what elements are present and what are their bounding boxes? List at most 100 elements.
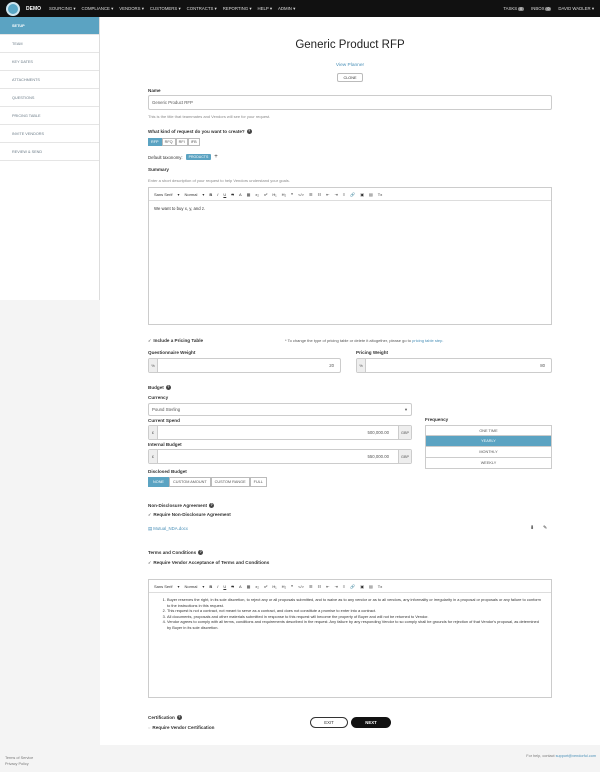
- logo[interactable]: [6, 1, 20, 16]
- disclosed-custom-range-button[interactable]: CUSTOM RANGE: [210, 477, 250, 487]
- name-input[interactable]: Generic Product RFP: [148, 95, 552, 110]
- bullet-list-button[interactable]: ☷: [318, 584, 322, 589]
- disclosed-none-button[interactable]: NONE: [148, 477, 169, 487]
- clone-button[interactable]: CLONE: [337, 73, 363, 82]
- h1-button[interactable]: H₁: [272, 192, 276, 197]
- sidebar-item-review-send[interactable]: REVIEW & SEND: [0, 143, 99, 161]
- add-taxonomy-icon[interactable]: +: [214, 154, 218, 160]
- size-select[interactable]: Normal: [184, 192, 197, 197]
- video-button[interactable]: ▤: [369, 192, 373, 197]
- highlight-button[interactable]: ▦: [247, 584, 251, 589]
- user-menu[interactable]: DAVID WADLER ▾: [558, 6, 594, 12]
- help-icon[interactable]: ?: [246, 129, 252, 135]
- checkbox-checked-icon[interactable]: ✓: [148, 338, 151, 343]
- frequency-one-time[interactable]: ONE TIME: [425, 425, 552, 436]
- font-select[interactable]: Sans Serif: [154, 584, 172, 589]
- h2-button[interactable]: H₂: [282, 192, 286, 197]
- disclosed-full-button[interactable]: FULL: [249, 477, 267, 487]
- help-icon[interactable]: ?: [209, 503, 215, 509]
- underline-button[interactable]: U: [223, 192, 226, 197]
- strike-button[interactable]: S: [231, 584, 234, 589]
- pricing-table-link[interactable]: pricing table step.: [412, 338, 443, 343]
- next-button[interactable]: NEXT: [351, 717, 391, 728]
- brand-label[interactable]: DEMO: [26, 6, 41, 12]
- disclosed-custom-amount-button[interactable]: CUSTOM AMOUNT: [168, 477, 211, 487]
- subscript-button[interactable]: x₂: [255, 192, 259, 197]
- help-icon[interactable]: ?: [165, 385, 171, 391]
- text-color-button[interactable]: A: [239, 192, 242, 197]
- sidebar-item-pricing-table[interactable]: PRICING TABLE: [0, 107, 99, 125]
- nav-vendors[interactable]: VENDORS ▾: [119, 6, 144, 12]
- inbox-link[interactable]: INBOX 0: [531, 6, 552, 11]
- bold-button[interactable]: B: [209, 192, 212, 197]
- internal-budget-input[interactable]: £550,000.00 GBP: [148, 449, 412, 464]
- outdent-button[interactable]: ⇤: [326, 584, 329, 589]
- underline-button[interactable]: U: [223, 584, 226, 589]
- checkbox-empty-icon[interactable]: ○: [148, 725, 150, 730]
- p-weight-input[interactable]: % 80: [356, 358, 552, 373]
- highlight-button[interactable]: ▦: [247, 192, 251, 197]
- superscript-button[interactable]: x²: [264, 192, 267, 197]
- kind-ifb-button[interactable]: IFB: [187, 138, 200, 146]
- align-button[interactable]: ≡: [343, 192, 345, 197]
- ordered-list-button[interactable]: ☰: [309, 584, 313, 589]
- nav-admin[interactable]: ADMIN ▾: [278, 6, 295, 12]
- strike-button[interactable]: S: [231, 192, 234, 197]
- current-spend-input[interactable]: £500,000.00 GBP: [148, 425, 412, 440]
- code-button[interactable]: </>: [298, 192, 304, 197]
- ordered-list-button[interactable]: ☰: [309, 192, 313, 197]
- terms-editor[interactable]: Sans Serif ▾ Normal ▾ B I U S A ▦ x₂ x² H₁…: [148, 579, 552, 698]
- nav-reporting[interactable]: REPORTING ▾: [223, 6, 252, 12]
- clear-format-button[interactable]: Tx: [378, 584, 382, 589]
- edit-icon[interactable]: ✎: [543, 525, 547, 531]
- bold-button[interactable]: B: [209, 584, 212, 589]
- checkbox-checked-icon[interactable]: ✓: [148, 512, 151, 517]
- size-select[interactable]: Normal: [184, 584, 197, 589]
- terms-of-service-link[interactable]: Terms of Service: [5, 756, 33, 760]
- frequency-weekly[interactable]: WEEKLY: [425, 458, 552, 469]
- sidebar-item-invite-vendors[interactable]: INVITE VENDORS: [0, 125, 99, 143]
- help-icon[interactable]: ?: [176, 715, 182, 721]
- view-planner-link[interactable]: View Planner: [100, 63, 600, 68]
- subscript-button[interactable]: x₂: [255, 584, 259, 589]
- nav-compliance[interactable]: COMPLIANCE ▾: [82, 6, 114, 12]
- quote-button[interactable]: ❝: [291, 192, 293, 197]
- text-color-button[interactable]: A: [239, 584, 242, 589]
- nav-help[interactable]: HELP ▾: [258, 6, 273, 12]
- italic-button[interactable]: I: [217, 584, 218, 589]
- checkbox-checked-icon[interactable]: ✓: [148, 560, 151, 565]
- h1-button[interactable]: H₁: [272, 584, 276, 589]
- cert-check-row[interactable]: ○ Require Vendor Certification: [148, 725, 214, 730]
- image-button[interactable]: ▣: [360, 192, 364, 197]
- frequency-monthly[interactable]: MONTHLY: [425, 447, 552, 458]
- clear-format-button[interactable]: Tx: [378, 192, 382, 197]
- download-icon[interactable]: ⬇: [530, 525, 534, 531]
- link-button[interactable]: 🔗: [350, 584, 355, 589]
- sidebar-item-setup[interactable]: SETUP: [0, 17, 99, 35]
- indent-button[interactable]: ⇥: [335, 584, 338, 589]
- kind-rfi-button[interactable]: RFI: [175, 138, 188, 146]
- nav-sourcing[interactable]: SOURCING ▾: [49, 6, 76, 12]
- privacy-policy-link[interactable]: Privacy Policy: [5, 762, 29, 766]
- frequency-yearly[interactable]: YEARLY: [425, 436, 552, 447]
- summary-editor[interactable]: Sans Serif ▾ Normal ▾ B I U S A ▦ x₂ x² H₁…: [148, 187, 552, 325]
- terms-check-row[interactable]: ✓ Require Vendor Acceptance of Terms and …: [148, 560, 269, 565]
- currency-select[interactable]: Pound Sterling ▾: [148, 403, 412, 416]
- quote-button[interactable]: ❝: [291, 584, 293, 589]
- support-email-link[interactable]: support@vendorful.com: [556, 754, 596, 758]
- code-button[interactable]: </>: [298, 584, 304, 589]
- h2-button[interactable]: H₂: [282, 584, 286, 589]
- nda-check-row[interactable]: ✓ Require Non-Disclosure Agreement: [148, 512, 231, 517]
- indent-button[interactable]: ⇥: [335, 192, 338, 197]
- italic-button[interactable]: I: [217, 192, 218, 197]
- align-button[interactable]: ≡: [343, 584, 345, 589]
- nda-file-link[interactable]: ▤ Mutual_NDA.docx: [148, 526, 188, 532]
- superscript-button[interactable]: x²: [264, 584, 267, 589]
- video-button[interactable]: ▤: [369, 584, 373, 589]
- nav-contracts[interactable]: CONTRACTS ▾: [187, 6, 217, 12]
- bullet-list-button[interactable]: ☷: [318, 192, 322, 197]
- sidebar-item-team[interactable]: TEAM: [0, 35, 99, 53]
- sidebar-item-attachments[interactable]: ATTACHMENTS: [0, 71, 99, 89]
- outdent-button[interactable]: ⇤: [326, 192, 329, 197]
- image-button[interactable]: ▣: [360, 584, 364, 589]
